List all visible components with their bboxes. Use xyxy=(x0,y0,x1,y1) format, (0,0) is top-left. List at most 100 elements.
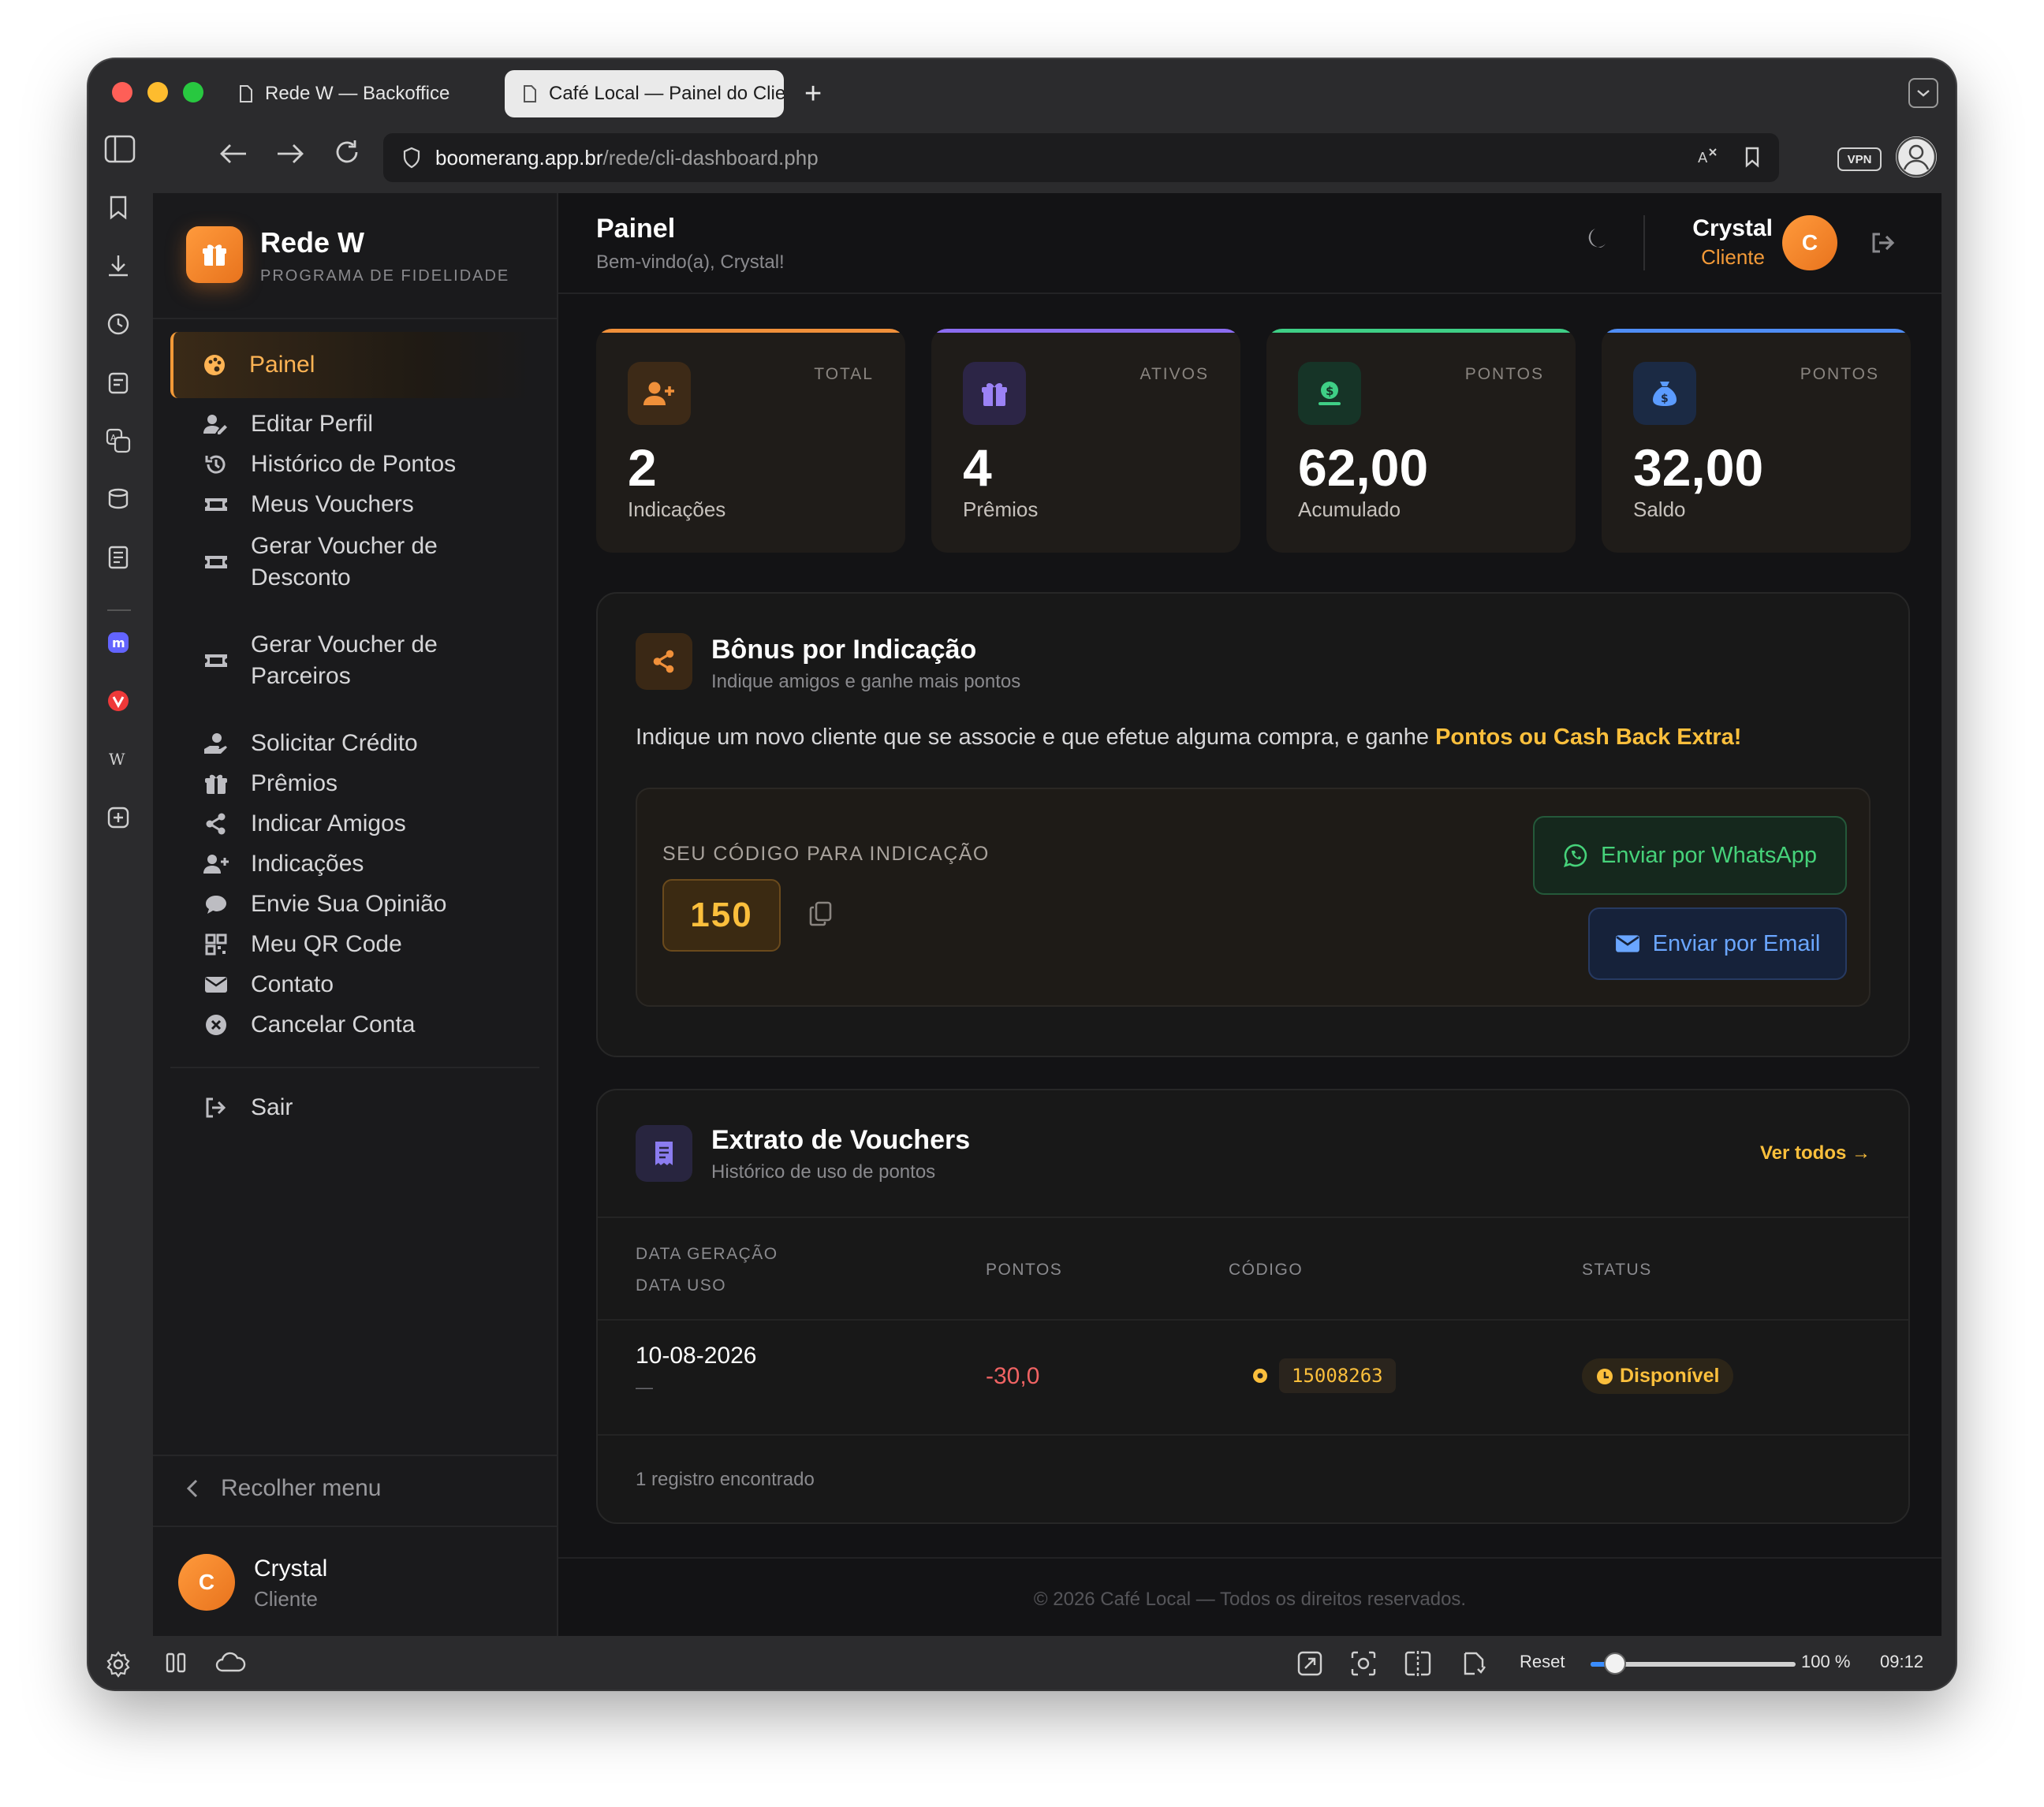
voucher-statement-title: Extrato de Vouchers xyxy=(711,1125,971,1155)
web-viewport: Rede W PROGRAMA DE FIDELIDADE Painel Edi… xyxy=(153,193,1941,1636)
add-panel-icon[interactable] xyxy=(103,802,134,833)
bookmark-icon[interactable] xyxy=(1744,146,1760,173)
zoom-reset-button[interactable]: Reset xyxy=(1520,1652,1565,1672)
reading-list-icon[interactable] xyxy=(103,483,134,515)
sidebar-item-sair[interactable]: Sair xyxy=(170,1075,533,1141)
back-arrow-icon[interactable] xyxy=(218,140,249,171)
sidebar-item-cancelar-conta[interactable]: Cancelar Conta xyxy=(170,992,533,1058)
sidebar-item-gerar-voucher-parceiros[interactable]: Gerar Voucher de Parceiros xyxy=(170,620,533,702)
avatar[interactable]: C xyxy=(178,1554,235,1611)
referral-code-value[interactable]: 150 xyxy=(662,879,781,952)
profile-avatar-icon[interactable] xyxy=(1896,136,1937,177)
sidebar-item-label: Meus Vouchers xyxy=(251,491,414,517)
cloud-sync-icon[interactable] xyxy=(214,1650,246,1679)
send-whatsapp-button[interactable]: Enviar por WhatsApp xyxy=(1533,816,1847,895)
moon-icon[interactable] xyxy=(1583,226,1607,255)
avatar[interactable]: C xyxy=(1782,215,1837,270)
sidebar-user-name: Crystal xyxy=(254,1556,328,1582)
stat-card-indicacoes[interactable]: TOTAL 2 Indicações xyxy=(596,329,905,553)
sidebar-item-painel[interactable]: Painel xyxy=(170,332,533,398)
stat-label: Saldo xyxy=(1633,497,1686,521)
tab-cafe-local-painel[interactable]: Café Local — Painel do Cliente xyxy=(505,70,784,117)
app-sidebar: Rede W PROGRAMA DE FIDELIDADE Painel Edi… xyxy=(153,193,558,1636)
url-host: boomerang.app.br xyxy=(435,145,603,170)
table-divider xyxy=(598,1434,1908,1436)
zoom-slider[interactable] xyxy=(1591,1652,1796,1675)
mastodon-icon[interactable]: m xyxy=(103,627,134,658)
window-resize-icon[interactable] xyxy=(1296,1650,1323,1681)
sidebar-user-role: Cliente xyxy=(254,1587,318,1611)
stat-kicker: TOTAL xyxy=(814,365,874,383)
referral-panel: Bônus por Indicação Indique amigos e gan… xyxy=(596,592,1910,1057)
sidebar-item-label: Sair xyxy=(251,1094,293,1120)
logout-icon[interactable] xyxy=(1871,231,1897,259)
svg-text:m: m xyxy=(112,635,125,650)
row-code: 15008263 xyxy=(1252,1358,1396,1393)
column-header-pontos: PONTOS xyxy=(986,1261,1063,1279)
row-date-generated: 10-08-2026 xyxy=(636,1343,757,1369)
referral-code-box: SEU CÓDIGO PARA INDICAÇÃO 150 Enviar por… xyxy=(636,788,1871,1007)
stat-value: 62,00 xyxy=(1298,438,1429,497)
stat-card-acumulado[interactable]: $ PONTOS 62,00 Acumulado xyxy=(1266,329,1576,553)
voucher-code-chip: 15008263 xyxy=(1279,1358,1396,1393)
vpn-button[interactable]: VPN xyxy=(1837,147,1882,171)
stat-kicker: ATIVOS xyxy=(1139,365,1209,383)
wikipedia-icon[interactable]: W xyxy=(103,743,134,775)
gift-logo-icon xyxy=(186,226,243,283)
address-bar[interactable]: boomerang.app.br/rede/cli-dashboard.php … xyxy=(383,133,1779,182)
see-all-link[interactable]: Ver todos → xyxy=(1760,1142,1871,1164)
tab-title: Café Local — Painel do Cliente xyxy=(549,83,784,104)
page-title: Painel xyxy=(596,214,676,244)
page-actions-icon[interactable] xyxy=(1459,1650,1487,1682)
bookmarks-panel-icon[interactable] xyxy=(103,192,134,223)
column-header-data-uso: DATA USO xyxy=(636,1276,727,1295)
send-email-button[interactable]: Enviar por Email xyxy=(1588,907,1847,980)
sidebar-item-label: Gerar Voucher de Desconto xyxy=(251,533,438,591)
minimize-window-button[interactable] xyxy=(147,82,168,102)
sidebar-toggle-icon[interactable] xyxy=(104,135,136,169)
browser-window: Rede W — Backoffice Café Local — Painel … xyxy=(88,59,1956,1690)
envelope-icon xyxy=(1615,935,1639,952)
row-date-used: — xyxy=(636,1377,653,1397)
svg-text:W: W xyxy=(109,750,125,769)
tab-rede-w-backoffice[interactable]: Rede W — Backoffice xyxy=(221,70,498,117)
translate-panel-icon[interactable]: A xyxy=(103,425,134,456)
zoom-level: 100 % xyxy=(1801,1652,1851,1671)
copy-icon[interactable] xyxy=(809,901,833,930)
maximize-window-button[interactable] xyxy=(183,82,203,102)
forward-arrow-icon[interactable] xyxy=(274,140,306,171)
voucher-statement-panel: Extrato de Vouchers Histórico de uso de … xyxy=(596,1089,1910,1524)
notes-icon[interactable] xyxy=(103,367,134,398)
collapse-menu-button[interactable]: Recolher menu xyxy=(186,1475,381,1502)
user-plus-icon xyxy=(628,362,691,425)
settings-gear-icon[interactable] xyxy=(104,1650,132,1682)
stat-kicker: PONTOS xyxy=(1800,365,1879,383)
translate-icon[interactable]: A xyxy=(1697,146,1719,173)
stat-card-premios[interactable]: ATIVOS 4 Prêmios xyxy=(931,329,1240,553)
sidebar-divider xyxy=(170,1067,539,1068)
ticket-icon xyxy=(203,550,229,575)
tiling-icon[interactable] xyxy=(1404,1650,1432,1681)
reload-icon[interactable] xyxy=(333,138,361,172)
document-icon xyxy=(240,85,252,102)
history-panel-icon[interactable] xyxy=(103,308,134,340)
receipt-icon xyxy=(636,1125,692,1182)
zoom-slider-handle[interactable] xyxy=(1604,1652,1627,1675)
column-header-data-geracao: DATA GERAÇÃO xyxy=(636,1245,778,1263)
stat-card-saldo[interactable]: $ PONTOS 32,00 Saldo xyxy=(1602,329,1911,553)
vivaldi-icon[interactable] xyxy=(103,685,134,717)
reader-icon[interactable] xyxy=(103,542,134,573)
status-label: Disponível xyxy=(1620,1365,1720,1387)
panels-icon[interactable] xyxy=(164,1650,189,1679)
shield-icon xyxy=(403,147,420,169)
sidebar-item-gerar-voucher-desconto[interactable]: Gerar Voucher de Desconto xyxy=(170,521,533,603)
close-window-button[interactable] xyxy=(112,82,132,102)
voucher-statement-subtitle: Histórico de uso de pontos xyxy=(711,1161,936,1183)
sidebar-divider xyxy=(153,318,557,319)
tab-list-chevron-icon[interactable] xyxy=(1908,78,1938,108)
new-tab-button[interactable]: + xyxy=(804,76,822,111)
stat-label: Acumulado xyxy=(1298,497,1401,521)
downloads-icon[interactable] xyxy=(103,250,134,281)
stat-card-accent xyxy=(931,329,1240,333)
capture-icon[interactable] xyxy=(1350,1650,1377,1681)
